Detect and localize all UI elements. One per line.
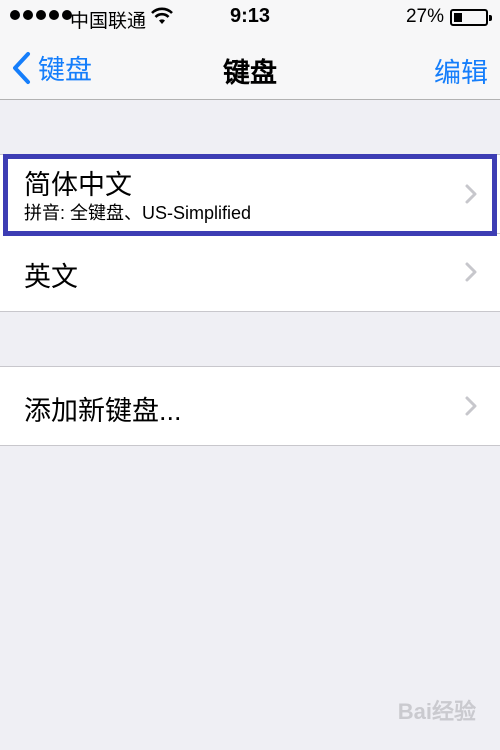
page-title: 键盘 xyxy=(223,58,277,88)
add-keyboard-button[interactable]: 添加新键盘... xyxy=(0,367,500,445)
chevron-right-icon xyxy=(465,184,477,204)
navigation-bar: 键盘 键盘 编辑 xyxy=(0,34,500,100)
list-item-title: 英文 xyxy=(24,262,78,292)
list-item-title: 简体中文 xyxy=(24,170,132,200)
list-item-english[interactable]: 英文 xyxy=(0,233,500,311)
watermark: Bai经验 xyxy=(397,699,476,724)
battery-percent: 27% xyxy=(405,6,444,27)
keyboards-list: 简体中文 拼音: 全键盘、US-Simplified 英文 xyxy=(0,154,500,312)
battery-icon xyxy=(450,9,492,26)
add-keyboard-group: 添加新键盘... xyxy=(0,366,500,446)
add-keyboard-label: 添加新键盘... xyxy=(24,396,182,426)
chevron-right-icon xyxy=(465,396,477,416)
status-bar: 中国联通 9:13 27% xyxy=(0,0,500,34)
chevron-right-icon xyxy=(465,262,477,282)
list-item-subtitle: 拼音: 全键盘、US-Simplified xyxy=(24,203,252,223)
list-item-simplified-chinese[interactable]: 简体中文 拼音: 全键盘、US-Simplified xyxy=(0,155,500,233)
battery-level-fill xyxy=(454,13,463,22)
edit-button[interactable]: 编辑 xyxy=(434,51,488,90)
